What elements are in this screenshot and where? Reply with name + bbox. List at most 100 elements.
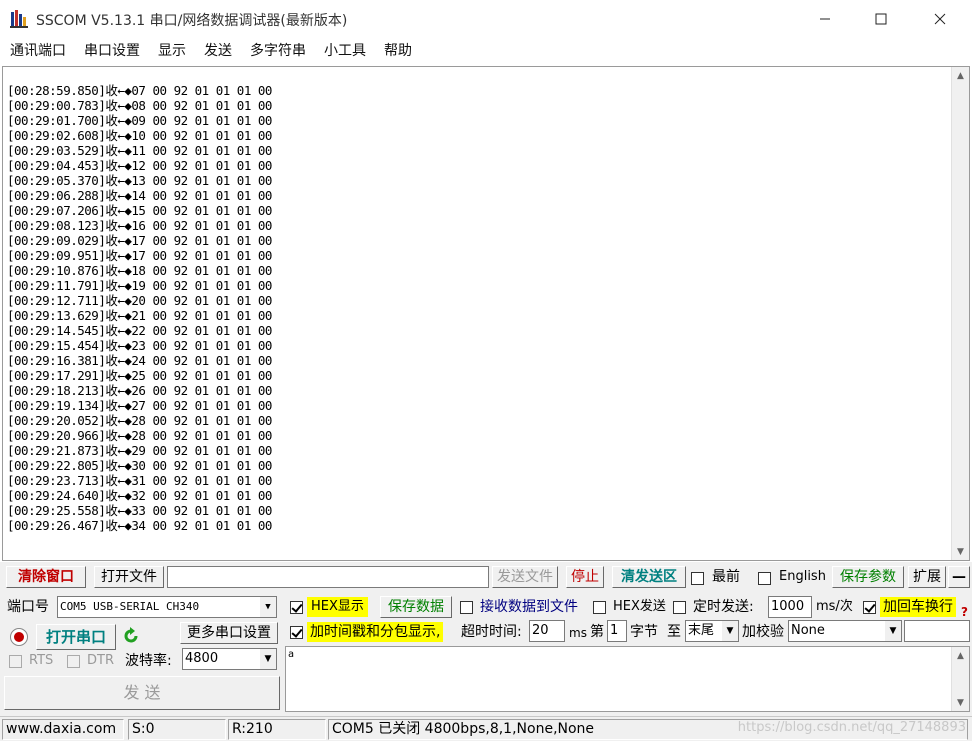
status-bar: www.daxia.com S:0 R:210 COM5 已关闭 4800bps… [0,716,972,741]
receive-line: [00:28:59.850]收←◆07 00 92 01 01 01 00 [7,83,272,98]
menu-send[interactable]: 发送 [195,38,241,64]
receive-line: [00:29:22.805]收←◆30 00 92 01 01 01 00 [7,458,272,473]
recv-to-file-label: 接收数据到文件 [480,599,578,615]
send-text-area[interactable]: a ▲ ▼ [285,646,970,712]
receive-line: [00:29:04.453]收←◆12 00 92 01 01 01 00 [7,158,272,173]
topmost-checkbox[interactable] [691,572,704,585]
help-mark-icon[interactable]: ? [961,602,968,622]
close-button[interactable] [917,0,963,38]
receive-line: [00:29:09.029]收←◆17 00 92 01 01 01 00 [7,233,272,248]
receive-line: [00:29:13.629]收←◆21 00 92 01 01 01 00 [7,308,272,323]
scroll-down-icon[interactable]: ▼ [952,543,969,560]
to-select-value: 末尾 [688,623,715,638]
receive-line: [00:29:09.951]收←◆17 00 92 01 01 01 00 [7,248,272,263]
checksum-extra-field[interactable] [904,620,970,642]
add-crlf-label: 加回车换行 [880,597,956,617]
add-crlf-checkbox[interactable] [863,601,876,614]
menu-serial-settings[interactable]: 串口设置 [75,38,149,64]
dtr-label: DTR [87,653,114,668]
hex-display-checkbox[interactable] [290,601,303,614]
to-label: 至 [667,624,681,640]
to-select[interactable]: 末尾 ▼ [685,620,739,642]
interval-field[interactable]: 1000 [768,596,812,618]
status-received-count: R:210 [228,719,326,740]
receive-line: [00:29:16.381]收←◆24 00 92 01 01 01 00 [7,353,272,368]
topmost-label: 最前 [712,569,740,585]
open-file-button[interactable]: 打开文件 [94,566,164,588]
receive-line: [00:29:07.206]收←◆15 00 92 01 01 01 00 [7,203,272,218]
timeout-unit-label: ms [569,626,587,640]
menu-help[interactable]: 帮助 [375,38,421,64]
chevron-down-icon: ▼ [260,649,276,669]
receive-line: [00:29:01.700]收←◆09 00 92 01 01 01 00 [7,113,272,128]
save-params-button[interactable]: 保存参数 [832,566,904,588]
clear-window-button[interactable]: 清除窗口 [6,566,86,588]
receive-line: [00:29:18.213]收←◆26 00 92 01 01 01 00 [7,383,272,398]
english-label: English [779,569,826,584]
timed-send-checkbox[interactable] [673,601,686,614]
rts-checkbox[interactable] [9,655,22,668]
menu-tools[interactable]: 小工具 [315,38,375,64]
more-settings-button[interactable]: 更多串口设置 [180,622,278,644]
chevron-down-icon: ▼ [885,621,901,641]
byte-suffix-label: 字节 [630,624,658,640]
receive-scrollbar[interactable]: ▲ ▼ [951,67,969,560]
clear-send-button[interactable]: 清发送区 [612,566,686,588]
scroll-up-icon[interactable]: ▲ [952,647,969,664]
refresh-icon[interactable] [121,626,141,646]
collapse-button[interactable]: — [948,566,970,588]
dtr-checkbox[interactable] [67,655,80,668]
sscom-app-icon [10,9,30,29]
menu-display[interactable]: 显示 [149,38,195,64]
send-scrollbar[interactable]: ▲ ▼ [951,647,969,711]
scroll-up-icon[interactable]: ▲ [952,67,969,84]
chevron-down-icon: ▼ [722,621,738,641]
receive-line: [00:29:14.545]收←◆22 00 92 01 01 01 00 [7,323,272,338]
baud-select[interactable]: 4800 ▼ [182,648,277,670]
open-port-button[interactable]: 打开串口 [36,624,116,650]
english-checkbox[interactable] [758,572,771,585]
stop-button[interactable]: 停止 [566,566,604,588]
menu-multi-string[interactable]: 多字符串 [241,38,315,64]
receive-area[interactable]: [00:28:59.850]收←◆07 00 92 01 01 01 00 [00… [2,66,970,561]
receive-line: [00:29:08.123]收←◆16 00 92 01 01 01 00 [7,218,272,233]
receive-line: [00:29:03.529]收←◆11 00 92 01 01 01 00 [7,143,272,158]
timeout-field[interactable]: 20 [529,620,565,642]
send-file-button[interactable]: 发送文件 [492,566,558,588]
send-text: a [288,649,295,660]
file-path-field[interactable] [167,566,489,588]
recv-to-file-checkbox[interactable] [460,601,473,614]
checksum-select[interactable]: None ▼ [788,620,902,642]
minimize-button[interactable] [802,0,848,38]
hex-display-label: HEX显示 [307,597,368,617]
receive-line: [00:29:23.713]收←◆31 00 92 01 01 01 00 [7,473,272,488]
receive-line: [00:29:24.640]收←◆32 00 92 01 01 01 00 [7,488,272,503]
menu-comm-port[interactable]: 通讯端口 [0,38,75,64]
scroll-down-icon[interactable]: ▼ [952,694,969,711]
port-select[interactable]: COM5 USB-SERIAL CH340 ▼ [57,596,277,618]
receive-line: [00:29:15.454]收←◆23 00 92 01 01 01 00 [7,338,272,353]
receive-line: [00:29:21.873]收←◆29 00 92 01 01 01 00 [7,443,272,458]
save-data-button[interactable]: 保存数据 [380,596,452,618]
receive-line: [00:29:00.783]收←◆08 00 92 01 01 01 00 [7,98,272,113]
receive-line: [00:29:12.711]收←◆20 00 92 01 01 01 00 [7,293,272,308]
byte-index-field[interactable]: 1 [607,620,627,642]
chevron-down-icon: ▼ [260,597,276,617]
checksum-select-value: None [791,623,825,638]
receive-line: [00:29:05.370]收←◆13 00 92 01 01 01 00 [7,173,272,188]
watermark: https://blog.csdn.net/qq_27148893 [737,720,966,735]
expand-button[interactable]: 扩展 [908,566,946,588]
baud-label: 波特率: [125,653,172,669]
hex-send-checkbox[interactable] [593,601,606,614]
title-bar: SSCOM V5.13.1 串口/网络数据调试器(最新版本) [0,0,972,38]
checksum-label: 加校验 [742,624,784,640]
status-website[interactable]: www.daxia.com [2,719,124,740]
timestamp-checkbox[interactable] [290,626,303,639]
timeout-label: 超时时间: [461,624,522,640]
window-title: SSCOM V5.13.1 串口/网络数据调试器(最新版本) [36,13,348,29]
send-button[interactable]: 发 送 [4,676,280,710]
receive-line: [00:29:26.467]收←◆34 00 92 01 01 01 00 [7,518,272,533]
receive-line: [00:29:20.052]收←◆28 00 92 01 01 01 00 [7,413,272,428]
maximize-button[interactable] [858,0,904,38]
hex-send-label: HEX发送 [613,599,666,614]
